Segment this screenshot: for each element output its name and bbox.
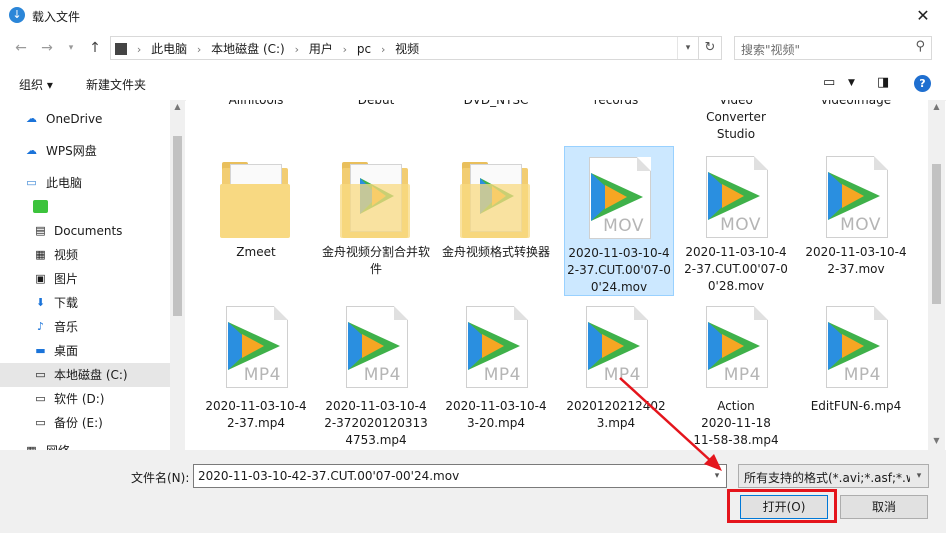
arrow-line (619, 377, 713, 463)
annotation-arrow (619, 377, 722, 471)
